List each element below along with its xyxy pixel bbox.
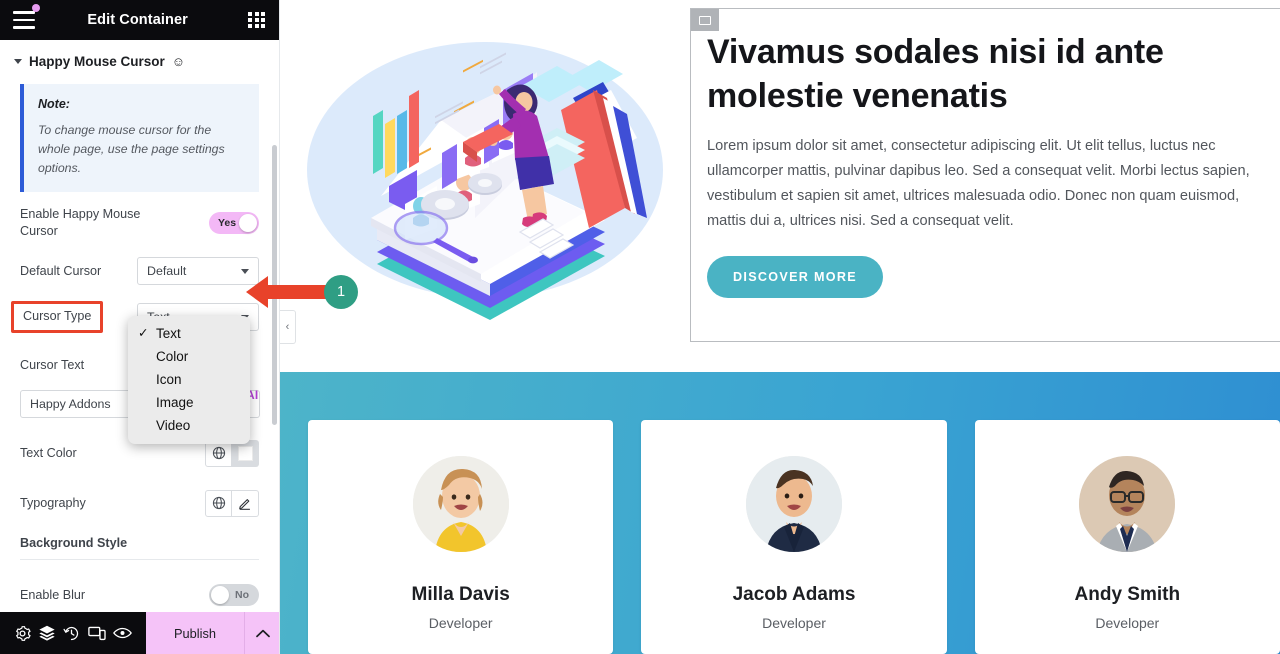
cursor-text-value: Happy Addons (30, 397, 111, 412)
hero-paragraph: Lorem ipsum dolor sit amet, consectetur … (707, 138, 1250, 230)
elementor-editor-screen: Edit Container Happy Mouse Cursor ☺ Note… (0, 0, 1280, 654)
publish-button[interactable]: Publish (146, 612, 244, 654)
container-icon (699, 15, 711, 25)
pencil-icon (239, 499, 250, 510)
photo-man-navy-shirt (745, 456, 842, 552)
hamburger-menu-icon[interactable] (13, 4, 40, 29)
chevron-down-icon (14, 59, 22, 64)
footer-icon-group (0, 612, 146, 654)
discover-more-label: DISCOVER MORE (733, 270, 857, 285)
dropdown-item-label: Color (156, 349, 189, 364)
dropdown-item-image[interactable]: Image (128, 391, 250, 414)
layers-icon[interactable] (38, 624, 56, 642)
hero-content-container: Vivamus sodales nisi id ante molestie ve… (690, 8, 1280, 342)
cursor-type-dropdown-menu[interactable]: ✓ Text Color Icon Image Video (128, 316, 250, 444)
smiley-emoji-icon: ☺ (171, 54, 186, 69)
annotation-callout: 1 (246, 272, 358, 312)
cursor-text-label: Cursor Text (20, 357, 85, 372)
enable-blur-label: Enable Blur (20, 587, 86, 602)
responsive-devices-icon[interactable] (88, 625, 106, 641)
container-edit-handle[interactable] (691, 9, 719, 31)
typography-label: Typography (20, 495, 86, 510)
dropdown-item-text[interactable]: ✓ Text (128, 322, 250, 345)
member-role: Developer (762, 615, 826, 631)
globe-icon (212, 497, 225, 510)
elementor-left-panel: Edit Container Happy Mouse Cursor ☺ Note… (0, 0, 280, 654)
note-box: Note: To change mouse cursor for the who… (20, 84, 259, 193)
toggle-knob (239, 214, 257, 233)
avatar (1079, 456, 1176, 552)
background-style-group-title: Background Style (20, 536, 128, 551)
member-role: Developer (1095, 615, 1160, 631)
history-icon[interactable] (63, 625, 80, 642)
annotation-step-number: 1 (336, 284, 346, 300)
team-member-card[interactable]: Jacob Adams Developer (641, 420, 947, 654)
team-member-card[interactable]: Milla Davis Developer (308, 420, 614, 654)
control-default-cursor: Default Cursor Default (0, 254, 279, 288)
notification-dot (32, 4, 40, 12)
default-cursor-value: Default (147, 264, 187, 279)
toggle-value-no: No (235, 589, 249, 602)
toggle-knob (211, 586, 229, 605)
member-name: Milla Davis (411, 584, 510, 605)
photo-man-glasses-suit (1079, 456, 1176, 552)
note-text: To change mouse cursor for the whole pag… (38, 123, 225, 176)
dropdown-item-label: Icon (156, 372, 182, 387)
default-cursor-label: Default Cursor (20, 263, 102, 278)
chevron-left-icon: ‹ (285, 321, 290, 333)
panel-body: Happy Mouse Cursor ☺ Note: To change mou… (0, 40, 279, 634)
globe-icon (212, 447, 225, 460)
note-label: Note: (38, 97, 70, 111)
avatar (745, 456, 842, 552)
annotation-step-badge: 1 (324, 275, 358, 309)
member-role: Developer (428, 615, 493, 631)
dropdown-item-video[interactable]: Video (128, 414, 250, 437)
section-header-happy-mouse-cursor[interactable]: Happy Mouse Cursor ☺ (0, 40, 279, 79)
apps-grid-icon[interactable] (248, 11, 265, 29)
hero-title: Vivamus sodales nisi id ante molestie ve… (707, 33, 1164, 115)
hero-section: Vivamus sodales nisi id ante molestie ve… (280, 0, 1280, 360)
publish-options-chevron-up-icon[interactable] (244, 612, 279, 654)
control-typography: Typography (0, 486, 279, 520)
enable-blur-toggle[interactable]: No (209, 584, 259, 607)
toggle-value-yes: Yes (218, 217, 237, 230)
dropdown-item-label: Text (156, 326, 181, 341)
dropdown-item-label: Video (156, 418, 191, 433)
panel-collapse-toggle[interactable]: ‹ (280, 310, 296, 344)
typography-controls (205, 489, 259, 517)
divider (20, 559, 259, 561)
dropdown-item-icon[interactable]: Icon (128, 368, 250, 391)
page-canvas: Vivamus sodales nisi id ante molestie ve… (280, 0, 1280, 654)
globe-icon-button[interactable] (205, 489, 232, 517)
settings-gear-icon[interactable] (14, 625, 31, 642)
enable-cursor-toggle[interactable]: Yes (209, 212, 259, 235)
panel-header: Edit Container (0, 0, 279, 40)
control-enable-happy-mouse-cursor: Enable Happy Mouse Cursor Yes (0, 206, 279, 240)
cursor-type-label: Cursor Type (23, 309, 92, 324)
panel-footer-bar: Publish (0, 612, 279, 654)
text-color-label: Text Color (20, 445, 77, 460)
edit-typography-button[interactable] (232, 489, 259, 517)
enable-cursor-label: Enable Happy Mouse Cursor (20, 207, 141, 239)
photo-woman-yellow-top (412, 456, 509, 552)
panel-title: Edit Container (87, 12, 188, 28)
publish-label: Publish (174, 625, 216, 641)
team-cards-row: Milla Davis Developer Jacob Adams Develo… (280, 420, 1280, 654)
team-member-card[interactable]: Andy Smith Developer (974, 420, 1280, 654)
member-name: Andy Smith (1074, 584, 1181, 605)
avatar (412, 456, 509, 552)
section-title: Happy Mouse Cursor (29, 54, 165, 69)
cursor-type-highlight: Cursor Type (11, 301, 104, 334)
discover-more-button[interactable]: DISCOVER MORE (707, 256, 883, 299)
text-color-swatch (237, 445, 253, 461)
dropdown-item-color[interactable]: Color (128, 345, 250, 368)
default-cursor-select[interactable]: Default (137, 257, 259, 286)
dropdown-item-label: Image (156, 395, 194, 410)
check-icon: ✓ (138, 326, 149, 340)
preview-eye-icon[interactable] (113, 626, 133, 640)
member-name: Jacob Adams (732, 584, 856, 605)
control-enable-blur: Enable Blur No (0, 578, 279, 612)
team-section: Milla Davis Developer Jacob Adams Develo… (280, 372, 1280, 654)
